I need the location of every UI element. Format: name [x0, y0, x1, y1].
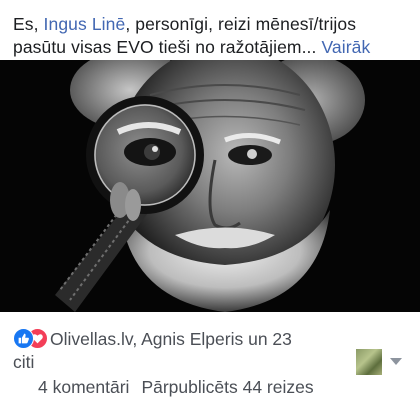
chevron-down-icon[interactable] — [389, 357, 403, 367]
post-photo-image — [0, 60, 420, 312]
post-text: Es, Ingus Linē, personīgi, reizi mēnesī/… — [13, 13, 413, 59]
post-text-line-1: Es, Ingus Linē, personīgi, reizi mēnesī/… — [13, 13, 413, 36]
see-more-link[interactable]: Vairāk — [321, 37, 370, 57]
post-text-after-mention: , personīgi, reizi mēnesī/trijos — [125, 14, 357, 34]
mention-link[interactable]: Ingus Linē — [44, 14, 126, 34]
post-text-line-2: pasūtu visas EVO tieši no ražotājiem... … — [13, 36, 413, 59]
reaction-names-line-1: Olivellas.lv, Agnis Elperis un 23 — [50, 329, 292, 349]
engagement-counts: 4 komentāri Pārpublicēts 44 reizes — [38, 376, 314, 399]
post-text-prefix: Es, — [13, 14, 44, 34]
post-text-line-2-text: pasūtu visas EVO tieši no ražotājiem... — [13, 37, 317, 57]
reaction-icons — [13, 328, 48, 349]
page-avatar[interactable] — [356, 349, 382, 375]
like-icon — [13, 328, 34, 349]
reactions-summary[interactable]: Olivellas.lv, Agnis Elperis un 23 citi — [13, 328, 353, 374]
reaction-names-line-2: citi — [13, 352, 35, 372]
comments-count[interactable]: 4 komentāri — [38, 377, 129, 397]
post-photo[interactable] — [0, 60, 420, 312]
shares-count[interactable]: Pārpublicēts 44 reizes — [141, 377, 313, 397]
